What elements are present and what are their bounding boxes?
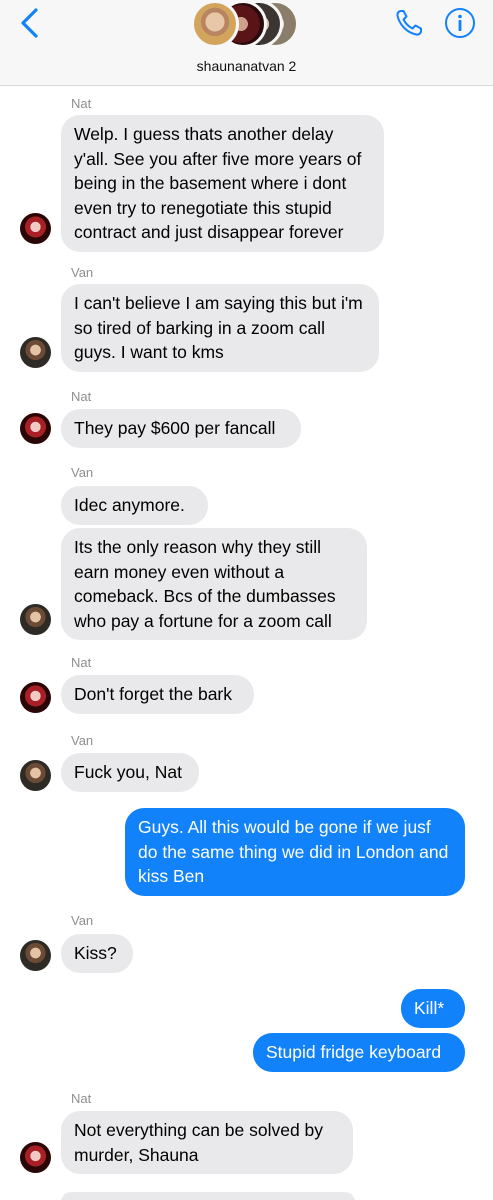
sender-name: Van xyxy=(71,913,94,928)
group-member-avatar xyxy=(191,0,239,48)
incoming-message[interactable]: Welp. I guess thats another delay y'all.… xyxy=(61,115,384,252)
outgoing-message[interactable]: Stupid fridge keyboard xyxy=(253,1033,465,1072)
avatar[interactable] xyxy=(20,682,51,713)
sender-name: Van xyxy=(71,465,94,480)
avatar[interactable] xyxy=(20,604,51,635)
incoming-message[interactable]: Its the only reason why they still earn … xyxy=(61,528,367,640)
info-icon[interactable] xyxy=(443,6,477,40)
sender-name: Van xyxy=(71,265,94,280)
avatar[interactable] xyxy=(20,337,51,368)
chevron-left-icon[interactable] xyxy=(14,6,48,40)
incoming-message[interactable]: Fuck you, Nat xyxy=(61,753,199,792)
outgoing-message[interactable]: Kill* xyxy=(401,989,465,1028)
incoming-message[interactable]: Kiss? xyxy=(61,934,133,973)
incoming-message-partial[interactable] xyxy=(61,1192,355,1200)
group-name[interactable]: shaunanatvan 2 xyxy=(0,58,493,74)
group-avatars[interactable] xyxy=(191,0,303,48)
incoming-message[interactable]: I can't believe I am saying this but i'm… xyxy=(61,284,379,372)
incoming-message[interactable]: Idec anymore. xyxy=(61,486,208,525)
phone-icon[interactable] xyxy=(392,6,426,40)
conversation-header: shaunanatvan 2 xyxy=(0,0,493,86)
sender-name: Nat xyxy=(71,655,92,670)
avatar[interactable] xyxy=(20,760,51,791)
avatar[interactable] xyxy=(20,213,51,244)
avatar[interactable] xyxy=(20,1142,51,1173)
outgoing-message[interactable]: Guys. All this would be gone if we jusf … xyxy=(125,808,465,896)
sender-name: Nat xyxy=(71,389,92,404)
incoming-message[interactable]: Don't forget the bark xyxy=(61,675,254,714)
avatar[interactable] xyxy=(20,413,51,444)
incoming-message[interactable]: They pay $600 per fancall xyxy=(61,409,301,448)
avatar[interactable] xyxy=(20,940,51,971)
sender-name: Nat xyxy=(71,1091,92,1106)
incoming-message[interactable]: Not everything can be solved by murder, … xyxy=(61,1111,353,1174)
sender-name: Nat xyxy=(71,96,92,111)
sender-name: Van xyxy=(71,733,94,748)
